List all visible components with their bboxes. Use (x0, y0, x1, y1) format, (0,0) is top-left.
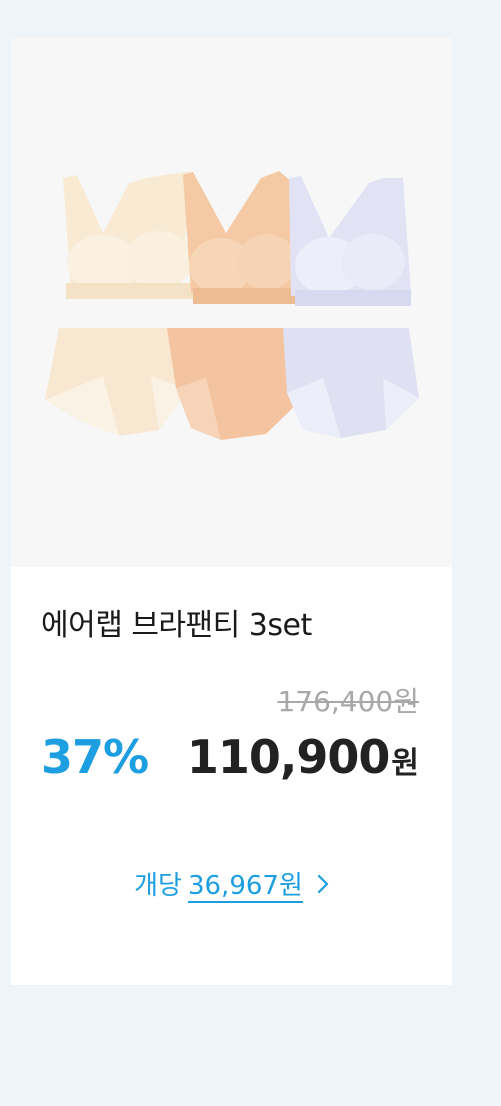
discount-rate: 37% (41, 730, 149, 784)
product-card[interactable]: 에어랩 브라팬티 3set 176,400원 37% 110,900원 개당 36… (11, 38, 452, 985)
bra-lavender (289, 176, 411, 306)
product-photo-illustration (45, 171, 419, 440)
sale-price-amount: 110,900 (186, 730, 391, 784)
chevron-right-icon[interactable] (317, 872, 329, 900)
unit-price-label: 개당 (134, 871, 182, 901)
unit-price-link[interactable]: 개당 36,967원 (11, 865, 452, 902)
sale-price-unit: 원 (391, 746, 419, 781)
unit-price-value[interactable]: 36,967원 (188, 871, 303, 901)
panty-peach (167, 328, 303, 440)
product-title[interactable]: 에어랩 브라팬티 3set (41, 600, 312, 644)
product-image[interactable] (11, 38, 452, 567)
panty-lavender (283, 328, 419, 438)
panty-ivory (45, 328, 189, 436)
bra-peach (183, 171, 303, 304)
sale-price: 110,900원 (187, 730, 419, 784)
original-price: 176,400원 (277, 685, 419, 718)
